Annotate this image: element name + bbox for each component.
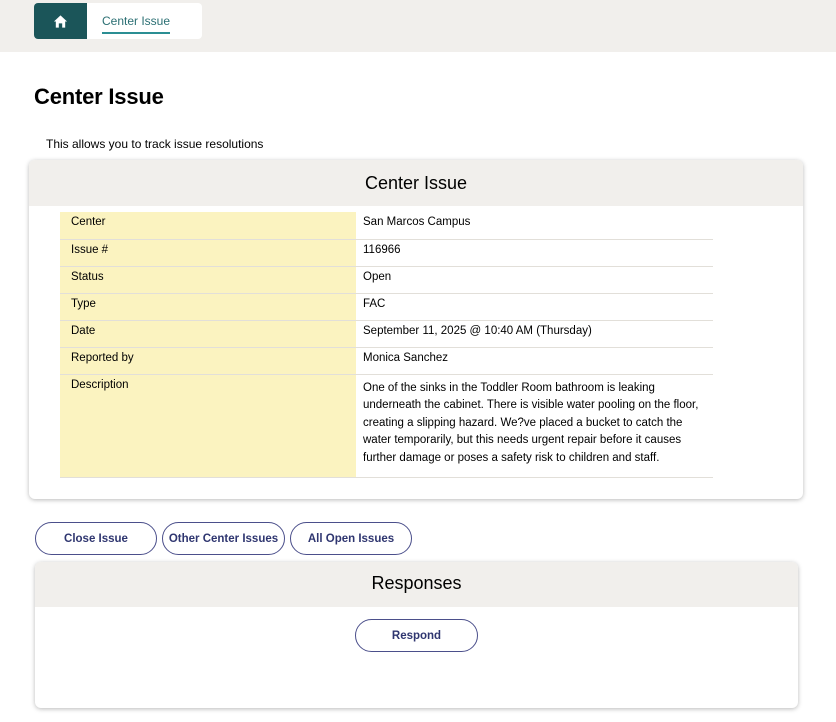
responses-title: Responses (35, 562, 798, 607)
type-value: FAC (356, 293, 713, 321)
other-center-issues-button[interactable]: Other Center Issues (162, 522, 285, 555)
top-bar: Center Issue (0, 0, 836, 52)
close-issue-button[interactable]: Close Issue (35, 522, 157, 555)
issue-card-title: Center Issue (29, 160, 803, 206)
all-open-issues-button[interactable]: All Open Issues (290, 522, 412, 555)
page-title: Center Issue (34, 84, 164, 109)
row-label: Status (60, 266, 356, 294)
respond-button[interactable]: Respond (355, 619, 478, 652)
table-row: Type FAC (60, 293, 713, 321)
row-label: Issue # (60, 239, 356, 267)
status-value: Open (356, 266, 713, 294)
row-label: Date (60, 320, 356, 348)
table-row: Reported by Monica Sanchez (60, 347, 713, 375)
table-row: Issue # 116966 (60, 239, 713, 267)
row-label: Center (60, 212, 356, 240)
row-label: Description (60, 374, 356, 478)
row-label: Reported by (60, 347, 356, 375)
table-row: Date September 11, 2025 @ 10:40 AM (Thur… (60, 320, 713, 348)
breadcrumb: Center Issue (34, 3, 203, 39)
issue-number-value: 116966 (356, 239, 713, 267)
home-icon (53, 14, 68, 28)
breadcrumb-current[interactable]: Center Issue (87, 3, 202, 39)
breadcrumb-current-label: Center Issue (102, 14, 171, 34)
date-value: September 11, 2025 @ 10:40 AM (Thursday) (356, 320, 713, 348)
table-row: Status Open (60, 266, 713, 294)
home-button[interactable] (34, 3, 87, 39)
row-label: Type (60, 293, 356, 321)
responses-card: Responses Respond (35, 562, 798, 708)
page-description: This allows you to track issue resolutio… (46, 137, 264, 151)
description-value: One of the sinks in the Toddler Room bat… (356, 374, 713, 478)
table-row: Center San Marcos Campus (60, 212, 713, 240)
issue-details-card: Center Issue Center San Marcos Campus Is… (29, 160, 803, 499)
issue-details-table: Center San Marcos Campus Issue # 116966 … (60, 212, 713, 478)
reported-by-value: Monica Sanchez (356, 347, 713, 375)
center-value: San Marcos Campus (356, 212, 713, 240)
table-row: Description One of the sinks in the Todd… (60, 374, 713, 478)
